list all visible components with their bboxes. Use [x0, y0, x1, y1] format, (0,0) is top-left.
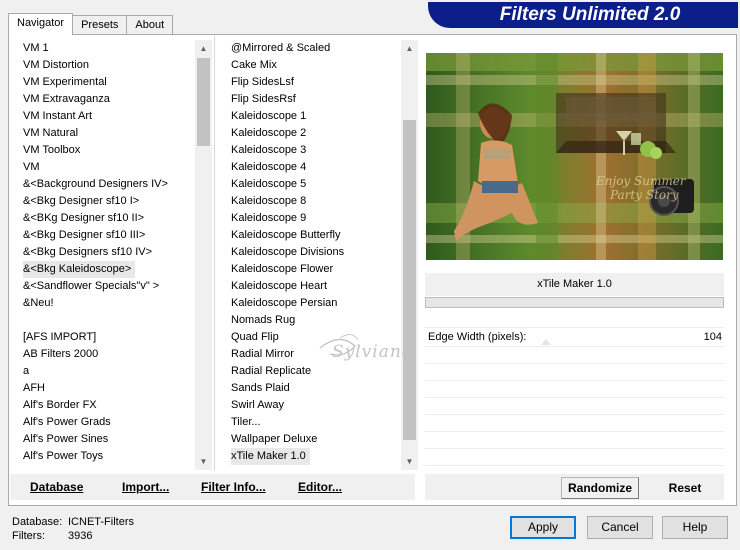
category-item[interactable]: Alf's Border FX [23, 397, 194, 414]
sylviane-watermark: Sylviane [300, 330, 413, 380]
category-item[interactable]: Alf's Power Toys [23, 448, 194, 465]
filter-item[interactable]: Kaleidoscope 3 [231, 142, 400, 159]
category-item[interactable]: [AFS IMPORT] [23, 329, 194, 346]
help-button[interactable]: Help [662, 516, 728, 539]
filter-item[interactable]: Kaleidoscope 8 [231, 193, 400, 210]
filter-item[interactable]: xTile Maker 1.0 [231, 448, 310, 465]
preview-toolbar: Randomize Reset [425, 474, 724, 500]
filter-item[interactable]: Flip SidesLsf [231, 74, 400, 91]
filter-item[interactable]: Kaleidoscope 5 [231, 176, 400, 193]
category-item[interactable]: Alf's Power Grads [23, 414, 194, 431]
category-item[interactable]: &<BKg Designer sf10 II> [23, 210, 194, 227]
preview-text-line2: Party Story [609, 188, 679, 202]
tab-about[interactable]: About [126, 15, 174, 35]
category-item[interactable]: VM Extravaganza [23, 91, 194, 108]
filter-item[interactable]: Kaleidoscope Persian [231, 295, 400, 312]
filter-scrollbar[interactable]: ▲ ▼ [401, 40, 418, 470]
tab-presets[interactable]: Presets [72, 15, 128, 35]
category-item[interactable]: VM Toolbox [23, 142, 194, 159]
filter-item[interactable]: Kaleidoscope 1 [231, 108, 400, 125]
editor-button[interactable]: Editor... [298, 480, 342, 494]
filter-item[interactable]: Cake Mix [231, 57, 400, 74]
list-divider [214, 36, 215, 470]
category-item[interactable]: a [23, 363, 194, 380]
filter-item[interactable]: Swirl Away [231, 397, 400, 414]
filter-item[interactable]: Wallpaper Deluxe [231, 431, 400, 448]
preview-text-line1: Enjoy Summer [595, 174, 687, 188]
filter-item[interactable]: Kaleidoscope Heart [231, 278, 400, 295]
filters-count-label: Filters: [12, 530, 45, 542]
randomize-button[interactable]: Randomize [562, 478, 638, 498]
category-item[interactable]: &<Bkg Designer sf10 III> [23, 227, 194, 244]
category-item[interactable]: VM [23, 159, 194, 176]
navigator-toolbar: Database Import... Filter Info... Editor… [10, 474, 415, 500]
category-item[interactable]: VM 1 [23, 40, 194, 57]
filter-name-label: xTile Maker 1.0 [425, 273, 724, 296]
filter-item[interactable]: Kaleidoscope 9 [231, 210, 400, 227]
category-item[interactable]: Alf's Power Sines [23, 431, 194, 448]
category-item[interactable]: &<Bkg Designer sf10 I> [23, 193, 194, 210]
filter-item[interactable]: Sands Plaid [231, 380, 400, 397]
filters-count-value: 3936 [68, 530, 93, 542]
scroll-thumb[interactable] [403, 120, 416, 440]
filter-info-button[interactable]: Filter Info... [201, 480, 266, 494]
database-label: Database: [12, 516, 63, 528]
filter-item[interactable]: Flip SidesRsf [231, 91, 400, 108]
category-list[interactable]: VM 1 VM Distortion VM Experimental VM Extra… [20, 40, 194, 470]
category-item[interactable]: &<Bkg Designers sf10 IV> [23, 244, 194, 261]
apply-button[interactable]: Apply [510, 516, 576, 539]
category-item[interactable] [23, 312, 194, 329]
filter-item[interactable]: Nomads Rug [231, 312, 400, 329]
category-item[interactable]: VM Natural [23, 125, 194, 142]
database-value: ICNET-Filters [68, 516, 134, 528]
preview-image: Enjoy Summer Party Story [426, 53, 723, 260]
category-item[interactable]: AFH [23, 380, 194, 397]
progress-bar [425, 297, 724, 308]
filter-item[interactable]: Tiler... [231, 414, 400, 431]
scroll-thumb[interactable] [197, 58, 210, 146]
filter-list[interactable]: @Mirrored & Scaled Cake Mix Flip SidesLsf F… [228, 40, 400, 470]
tab-navigator[interactable]: Navigator [8, 13, 74, 35]
filter-item[interactable]: Kaleidoscope 2 [231, 125, 400, 142]
filter-item[interactable]: Kaleidoscope Divisions [231, 244, 400, 261]
category-item[interactable]: &<Bkg Kaleidoscope> [23, 261, 136, 278]
category-item[interactable]: VM Instant Art [23, 108, 194, 125]
scroll-up-icon[interactable]: ▲ [195, 40, 212, 57]
param-label: Edge Width (pixels): [428, 331, 527, 343]
import-button[interactable]: Import... [122, 480, 169, 494]
slider-marker-icon[interactable] [541, 339, 551, 345]
filter-item[interactable]: Kaleidoscope Butterfly [231, 227, 400, 244]
param-value[interactable]: 104 [704, 328, 722, 346]
filter-item[interactable]: Kaleidoscope 4 [231, 159, 400, 176]
category-item[interactable]: VM Distortion [23, 57, 194, 74]
cancel-button[interactable]: Cancel [587, 516, 653, 539]
filter-item[interactable]: @Mirrored & Scaled [231, 40, 400, 57]
scroll-down-icon[interactable]: ▼ [401, 453, 418, 470]
category-item[interactable]: &Neu! [23, 295, 194, 312]
reset-button[interactable]: Reset [657, 478, 713, 498]
tab-strip: Navigator Presets About [8, 13, 174, 35]
watermark-text: Sylviane [332, 342, 413, 362]
app-title-banner: Filters Unlimited 2.0 [428, 2, 738, 28]
category-item[interactable]: &<Sandflower Specials"v" > [23, 278, 194, 295]
filter-item[interactable]: Kaleidoscope Flower [231, 261, 400, 278]
category-item[interactable]: VM Experimental [23, 74, 194, 91]
scroll-up-icon[interactable]: ▲ [401, 40, 418, 57]
category-item[interactable]: &<Background Designers IV> [23, 176, 194, 193]
database-button[interactable]: Database [30, 480, 83, 494]
category-item[interactable]: AB Filters 2000 [23, 346, 194, 363]
scroll-down-icon[interactable]: ▼ [195, 453, 212, 470]
param-edge-width[interactable]: Edge Width (pixels): 104 [425, 328, 724, 346]
category-scrollbar[interactable]: ▲ ▼ [195, 40, 212, 470]
